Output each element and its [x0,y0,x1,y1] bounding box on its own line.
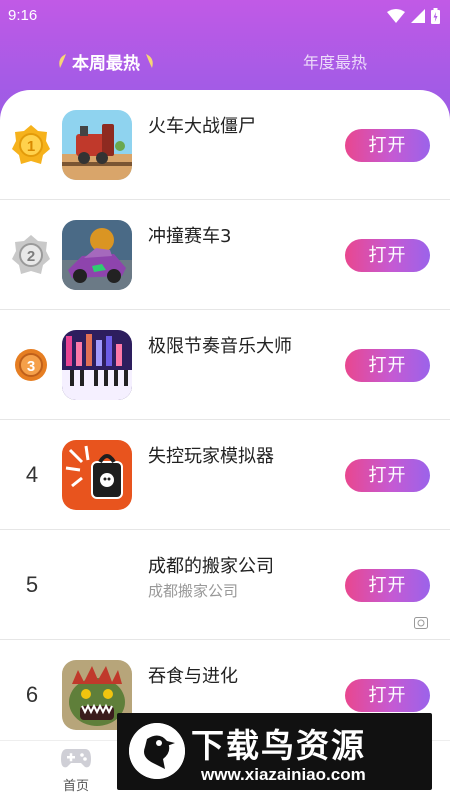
tab-weekly-hot[interactable]: 本周最热 [52,44,160,78]
open-button[interactable]: 打开 [345,129,430,162]
list-item[interactable]: 2 冲撞赛车3 打开 [0,200,450,310]
svg-text:1: 1 [27,138,35,155]
laurel-left-icon [59,54,66,68]
nav-home-label: 首页 [62,779,89,794]
open-button[interactable]: 打开 [345,569,430,602]
svg-text:2: 2 [27,248,35,265]
open-button[interactable]: 打开 [345,679,430,712]
open-button[interactable]: 打开 [345,349,430,382]
status-time: 9:16 [8,7,38,24]
explosion-bag-icon[interactable] [62,440,132,510]
tab-weekly-hot-label: 本周最热 [72,53,140,74]
gold-medal-icon: 1 [12,125,50,164]
bird-logo-icon [129,723,185,779]
open-button[interactable]: 打开 [345,239,430,272]
list-item[interactable]: 3 极限节奏音乐大师 打开 [0,310,450,420]
train-game-icon[interactable] [62,110,132,180]
app-name: 冲撞赛车3 [148,226,232,247]
rank-number: 4 [25,462,39,487]
racing-car-icon[interactable] [62,220,132,290]
watermark-title: 下载鸟资源 [191,726,366,765]
silver-medal-icon: 2 [12,235,50,274]
app-name: 火车大战僵尸 [148,116,256,137]
watermark-url: www.xiazainiao.com [201,765,366,784]
nav-home[interactable]: 首页 [52,747,100,794]
signal-icon [411,9,425,23]
app-name: 极限节奏音乐大师 [148,336,292,357]
wifi-icon [387,9,405,23]
status-bar: 9:16 [0,0,450,32]
piano-icon[interactable] [62,330,132,400]
tab-yearly-hot-label: 年度最热 [303,53,368,72]
bronze-medal-icon: 3 [15,349,47,381]
list-item[interactable]: 5 成都的搬家公司 成都搬家公司 打开 [0,530,450,640]
status-icons [387,8,440,24]
app-name: 成都的搬家公司 [148,556,274,577]
rank-number: 5 [25,572,39,597]
svg-text:3: 3 [27,358,35,375]
tab-bar: 本周最热 年度最热 [0,44,450,78]
open-button[interactable]: 打开 [345,459,430,492]
rank-number: 6 [25,682,39,707]
ranking-list: 1 火车大战僵尸 打开 2 冲撞赛车3 打开 3 极限节奏音乐大师 打开 4 失… [0,90,450,800]
list-item[interactable]: 1 火车大战僵尸 打开 [0,90,450,200]
gamepad-icon [61,749,91,768]
app-name: 吞食与进化 [148,666,238,687]
app-subtitle: 成都搬家公司 [148,582,239,600]
battery-icon [431,8,440,24]
ad-marker-icon[interactable] [414,617,428,629]
laurel-right-icon [146,54,153,68]
tab-yearly-hot[interactable]: 年度最热 [303,44,367,78]
list-item[interactable]: 4 失控玩家模拟器 打开 [0,420,450,530]
watermark-banner: 下载鸟资源 www.xiazainiao.com [117,713,432,790]
app-name: 失控玩家模拟器 [148,446,274,467]
